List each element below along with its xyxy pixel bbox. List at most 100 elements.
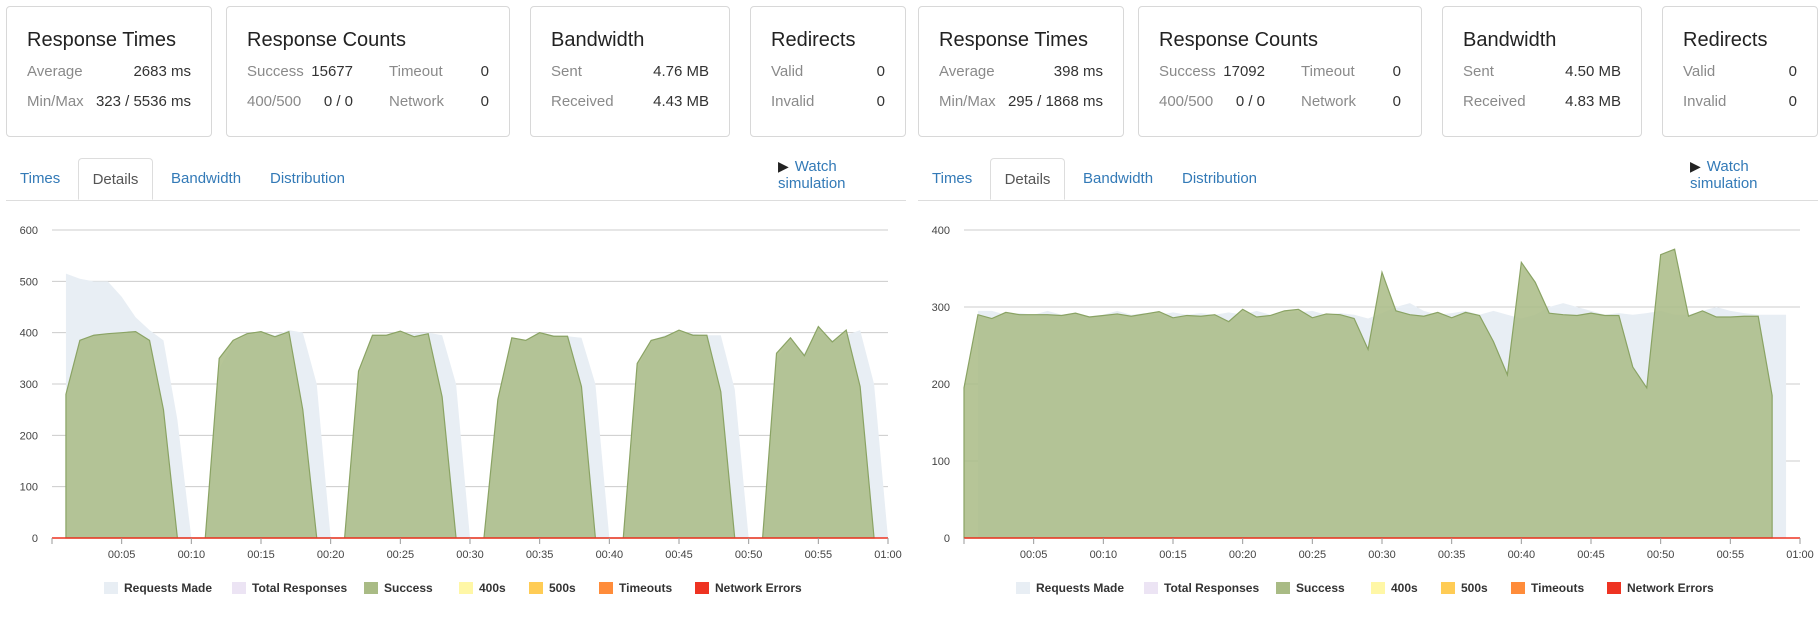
box-title: Response Times: [939, 29, 1088, 51]
y-tick-label: 200: [932, 379, 950, 391]
x-tick-label: 00:50: [1647, 549, 1675, 561]
box-title: Response Times: [27, 29, 176, 51]
legend-swatch: [104, 582, 118, 594]
x-tick-label: 00:50: [735, 549, 763, 561]
x-tick-label: 00:25: [387, 549, 415, 561]
x-tick-label: 00:20: [317, 549, 345, 561]
legend-swatch: [1511, 582, 1525, 594]
legend-label: 500s: [1461, 581, 1488, 595]
legend-swatch: [1371, 582, 1385, 594]
tab-bandwidth[interactable]: Bandwidth: [171, 158, 241, 200]
legend-label: Success: [384, 581, 433, 595]
x-tick-label: 01:00: [1786, 549, 1814, 561]
legend-label: Network Errors: [715, 581, 802, 595]
legend-label: 400s: [1391, 581, 1418, 595]
tab-times[interactable]: Times: [20, 158, 60, 200]
response-counts-box: Response Counts Success 15677 Timeout 0 …: [226, 6, 510, 137]
x-tick-label: 00:55: [805, 549, 833, 561]
legend-swatch: [1276, 582, 1290, 594]
bandwidth-box: Bandwidth Sent 4.50 MB Received 4.83 MB: [1442, 6, 1642, 137]
simulation-panel-right: Response Times Average 398 ms Min/Max 29…: [912, 0, 1818, 628]
valid-label: Valid: [771, 63, 804, 80]
timeout-value: 0: [1392, 63, 1401, 80]
average-label: Average: [939, 63, 995, 80]
x-tick-label: 00:10: [1090, 549, 1118, 561]
average-label: Average: [27, 63, 83, 80]
stats-row: Response Times Average 398 ms Min/Max 29…: [918, 6, 1818, 137]
legend-label: Network Errors: [1627, 581, 1714, 595]
legend-item-success: Success: [1276, 581, 1345, 595]
legend-label: Requests Made: [124, 581, 212, 595]
received-value: 4.43 MB: [653, 93, 709, 110]
tab-details[interactable]: Details: [990, 158, 1065, 200]
x-tick-label: 00:05: [108, 549, 136, 561]
series-area-requests-made: [65, 273, 888, 538]
sent-label: Sent: [551, 63, 582, 80]
details-chart: 0 100 200 300 400 00:05 00:10 00:15 00:20 00:25 00…: [932, 225, 1814, 595]
x-tick-label: 00:35: [1438, 549, 1466, 561]
timeout-label: Timeout: [1301, 63, 1355, 80]
y-tick-label: 0: [32, 533, 38, 545]
invalid-label: Invalid: [771, 93, 815, 110]
legend-swatch: [695, 582, 709, 594]
minmax-label: Min/Max: [939, 93, 996, 110]
box-title: Bandwidth: [551, 29, 645, 51]
success-label: Success: [247, 63, 304, 80]
legend-swatch: [1144, 582, 1158, 594]
x-tick-label: 00:05: [1020, 549, 1048, 561]
legend-swatch: [459, 582, 473, 594]
legend-label: Timeouts: [619, 581, 672, 595]
legend-item-r500s: 500s: [1441, 581, 1488, 595]
x-tick-label: 00:55: [1717, 549, 1745, 561]
legend-label: Total Responses: [1164, 581, 1259, 595]
redirects-box: Redirects Valid 0 Invalid 0: [1662, 6, 1818, 137]
x-tick-label: 00:35: [526, 549, 554, 561]
box-title: Redirects: [1683, 29, 1768, 51]
response-counts-box: Response Counts Success 17092 Timeout 0 …: [1138, 6, 1422, 137]
simulation-panel-left: Response Times Average 2683 ms Min/Max 3…: [0, 0, 906, 628]
x-tick-label: 00:15: [247, 549, 275, 561]
network-label: Network: [389, 93, 445, 110]
x-tick-label: 00:45: [665, 549, 693, 561]
valid-value: 0: [876, 63, 885, 80]
x-tick-label: 00:25: [1299, 549, 1327, 561]
y-tick-label: 400: [932, 225, 950, 237]
received-value: 4.83 MB: [1565, 93, 1621, 110]
y-tick-label: 200: [20, 430, 38, 442]
received-label: Received: [1463, 93, 1526, 110]
details-chart: 0 100 200 300 400 500 600 00:05 00:10 00:15 00:20 0…: [20, 225, 902, 595]
tab-distribution[interactable]: Distribution: [1182, 158, 1257, 200]
tab-details[interactable]: Details: [78, 158, 153, 200]
success-value: 17092: [1223, 63, 1265, 80]
legend-swatch: [599, 582, 613, 594]
chart-tabs: Times Details Bandwidth Distribution: [918, 158, 1818, 201]
y-tick-label: 300: [20, 379, 38, 391]
x-tick-label: 00:10: [178, 549, 206, 561]
sent-value: 4.76 MB: [653, 63, 709, 80]
legend-label: 400s: [479, 581, 506, 595]
chart-tabs: Times Details Bandwidth Distribution: [6, 158, 906, 201]
r400500-value: 0 / 0: [1235, 93, 1265, 110]
watch-simulation-link[interactable]: ▶ Watch simulation: [778, 158, 906, 192]
box-title: Redirects: [771, 29, 856, 51]
average-value: 398 ms: [1053, 63, 1103, 80]
tab-distribution[interactable]: Distribution: [270, 158, 345, 200]
tab-times[interactable]: Times: [932, 158, 972, 200]
x-tick-label: 01:00: [874, 549, 902, 561]
valid-label: Valid: [1683, 63, 1716, 80]
success-value: 15677: [311, 63, 353, 80]
network-label: Network: [1301, 93, 1357, 110]
r400500-value: 0 / 0: [323, 93, 353, 110]
legend-item-network-errors: Network Errors: [695, 581, 802, 595]
response-times-box: Response Times Average 2683 ms Min/Max 3…: [6, 6, 212, 137]
tab-bandwidth[interactable]: Bandwidth: [1083, 158, 1153, 200]
watch-simulation-link[interactable]: ▶ Watch simulation: [1690, 158, 1818, 192]
legend-item-timeouts: Timeouts: [599, 581, 672, 595]
x-tick-label: 00:15: [1159, 549, 1187, 561]
invalid-value: 0: [876, 93, 885, 110]
y-tick-label: 100: [932, 456, 950, 468]
r400500-label: 400/500: [1159, 93, 1214, 110]
invalid-label: Invalid: [1683, 93, 1727, 110]
y-tick-label: 0: [944, 533, 950, 545]
legend-item-r400s: 400s: [1371, 581, 1418, 595]
